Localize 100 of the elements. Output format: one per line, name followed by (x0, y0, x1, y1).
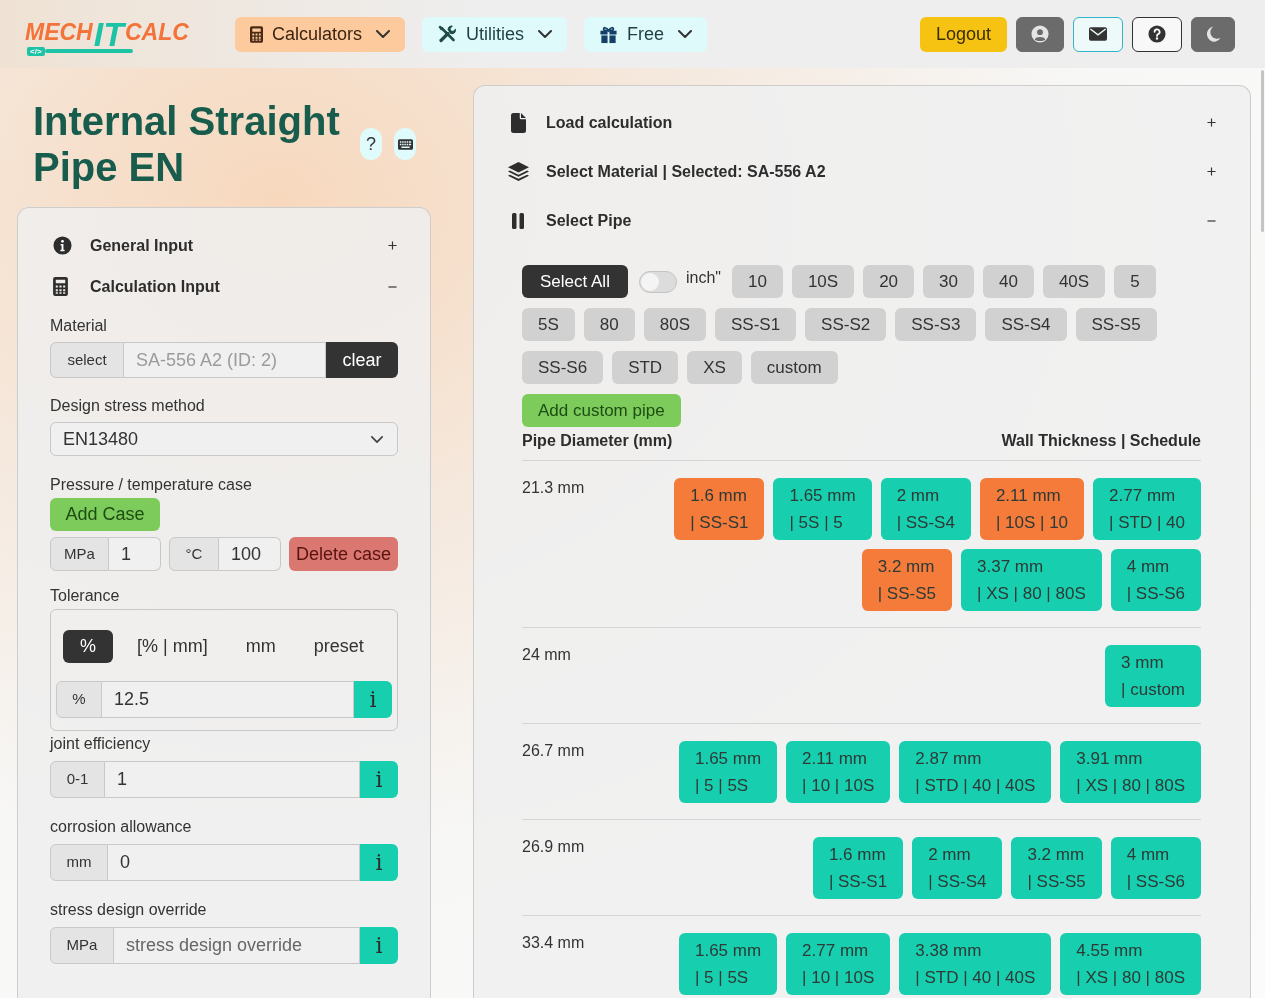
schedule-filter-chip[interactable]: SS-S2 (805, 308, 887, 341)
pipe-option-tile[interactable]: 1.65 mm | 5S | 5 (773, 478, 872, 540)
keyboard-button[interactable] (394, 128, 416, 160)
nav-menu-button[interactable]: Utilities (422, 16, 568, 52)
pipe-option-tile[interactable]: 3.2 mm | SS-S5 (861, 549, 952, 611)
unit-label: 0-1 (50, 761, 105, 798)
schedule-filter-chip[interactable]: SS-S3 (895, 308, 977, 341)
pipe-option-tile[interactable]: 3 mm | custom (1105, 645, 1201, 707)
section-title[interactable]: Select Pipe (546, 208, 632, 233)
scrollbar-thumb[interactable] (1261, 70, 1264, 232)
unit-mode-tab[interactable]: preset (299, 630, 378, 663)
pipe-option-tile[interactable]: 1.65 mm | 5 | 5S (678, 933, 778, 995)
logout-button[interactable]: Logout (920, 16, 1007, 52)
help-icon (1148, 25, 1166, 43)
info-button[interactable]: i (360, 844, 398, 881)
chevron-down-icon (376, 30, 391, 38)
plus-icon[interactable] (1207, 118, 1216, 127)
schedule-filter-chip[interactable]: 10 (731, 265, 783, 298)
schedule-filter-chip[interactable]: SS-S6 (522, 351, 604, 384)
dropdown[interactable]: EN13480 (50, 422, 398, 456)
minus-icon[interactable] (388, 285, 397, 288)
schedule-filter-chip[interactable]: STD (612, 351, 679, 384)
field-label: Design stress method (50, 396, 206, 416)
schedule-filter-chip[interactable]: 5S (522, 308, 575, 341)
pipe-option-tile[interactable]: 4.55 mm | XS | 80 | 80S (1060, 933, 1201, 995)
page-title: Internal Straight Pipe EN (32, 98, 341, 190)
schedule-filter-chip[interactable]: 40 (983, 265, 1034, 298)
info-button[interactable]: i (354, 681, 392, 718)
delete-case-button[interactable]: Delete case (289, 537, 398, 571)
pipe-option-tile[interactable]: 2 mm | SS-S4 (880, 478, 971, 540)
keyboard-icon (397, 138, 413, 150)
file-icon (511, 112, 526, 133)
unit-mode-tab[interactable]: % (63, 630, 113, 663)
pipe-option-tile[interactable]: 4 mm | SS-S6 (1110, 549, 1201, 611)
field-label: Material (50, 316, 108, 336)
pipe-option-tile[interactable]: 1.65 mm | 5 | 5S (678, 741, 778, 803)
pipe-option-tile[interactable]: 1.6 mm | SS-S1 (674, 478, 765, 540)
user-icon (1031, 25, 1049, 43)
nav-menu-button[interactable]: Calculators (235, 16, 406, 52)
schedule-filter-chip[interactable]: 40S (1042, 265, 1106, 298)
pipe-diameter: 26.7 mm (522, 742, 586, 760)
tools-icon (437, 24, 458, 44)
pipe-option-tile[interactable]: 2.11 mm | 10S | 10 (979, 478, 1085, 540)
pipe-option-tile[interactable]: 1.6 mm | SS-S1 (812, 837, 904, 899)
section-title[interactable]: Calculation Input (90, 274, 220, 299)
unit-mode-tab[interactable]: mm (231, 630, 290, 663)
info-button[interactable]: i (360, 761, 398, 798)
section-title[interactable]: Select Material | Selected: SA-556 A2 (546, 159, 826, 184)
input-field[interactable]: 12.5 (102, 681, 354, 718)
help-button[interactable] (1132, 16, 1182, 52)
plus-icon[interactable] (1207, 167, 1216, 176)
select-all-button[interactable]: Select All (522, 265, 628, 298)
profile-button[interactable] (1016, 16, 1064, 52)
pipe-option-tile[interactable]: 2.77 mm | STD | 40 (1093, 478, 1201, 540)
plus-icon[interactable] (388, 241, 397, 250)
input-field[interactable]: 0 (108, 844, 360, 881)
schedule-filter-chip[interactable]: 10S (791, 265, 855, 298)
input-field[interactable]: 1 (109, 537, 161, 571)
pipe-option-tile[interactable]: 3.37 mm | XS | 80 | 80S (961, 549, 1102, 611)
messages-button[interactable] (1073, 16, 1123, 52)
unit-mode-tab[interactable]: [% | mm] (123, 630, 222, 663)
pipe-option-tile[interactable]: 3.2 mm | SS-S5 (1011, 837, 1102, 899)
pipe-option-tile[interactable]: 2.11 mm | 10 | 10S (786, 741, 891, 803)
section-title[interactable]: Load calculation (546, 110, 673, 135)
add-case-button[interactable]: Add Case (50, 498, 160, 531)
pipe-option-tile[interactable]: 2.87 mm | STD | 40 | 40S (899, 741, 1052, 803)
field-label: joint efficiency (50, 734, 152, 754)
schedule-filter-chip[interactable]: SS-S4 (985, 308, 1067, 341)
help-button[interactable]: ? (360, 128, 382, 160)
pipe-diameter: 21.3 mm (522, 479, 586, 497)
schedule-filter-chip[interactable]: SS-S1 (714, 308, 797, 341)
input-field[interactable]: 1 (105, 761, 360, 798)
envelope-icon (1089, 27, 1107, 41)
inch-toggle[interactable] (638, 270, 677, 293)
dark-mode-button[interactable] (1191, 16, 1235, 52)
schedule-filter-chip[interactable]: 5 (1114, 265, 1156, 298)
schedule-filter-chip[interactable]: 20 (863, 265, 915, 298)
pipe-option-tile[interactable]: 3.38 mm | STD | 40 | 40S (899, 933, 1052, 995)
schedule-filter-chip[interactable]: custom (750, 351, 838, 384)
schedule-filter-chip[interactable]: XS (687, 351, 742, 384)
schedule-filter-chip[interactable]: 80S (643, 308, 706, 341)
schedule-filter-chip[interactable]: 30 (923, 265, 974, 298)
chevron-down-icon (538, 30, 553, 38)
input-field[interactable]: 100 (219, 537, 281, 571)
minus-icon[interactable] (1207, 219, 1216, 222)
chevron-down-icon (371, 435, 383, 443)
pipe-option-tile[interactable]: 3.91 mm | XS | 80 | 80S (1060, 741, 1201, 803)
pipe-option-tile[interactable]: 4 mm | SS-S6 (1110, 837, 1201, 899)
two-bars-icon (512, 212, 524, 229)
input-field[interactable]: stress design override (114, 927, 360, 964)
section-title[interactable]: General Input (90, 233, 194, 258)
pipe-diameter: 26.9 mm (522, 838, 586, 856)
pipe-option-tile[interactable]: 2 mm | SS-S4 (912, 837, 1003, 899)
info-button[interactable]: i (360, 927, 398, 964)
pipe-option-tile[interactable]: 2.77 mm | 10 | 10S (786, 933, 891, 995)
nav-menu-button[interactable]: Free (584, 16, 708, 52)
schedule-filter-chip[interactable]: 80 (583, 308, 635, 341)
add-custom-pipe-button[interactable]: Add custom pipe (522, 394, 681, 427)
field-label: Pressure / temperature case (50, 475, 253, 495)
schedule-filter-chip[interactable]: SS-S5 (1075, 308, 1157, 341)
